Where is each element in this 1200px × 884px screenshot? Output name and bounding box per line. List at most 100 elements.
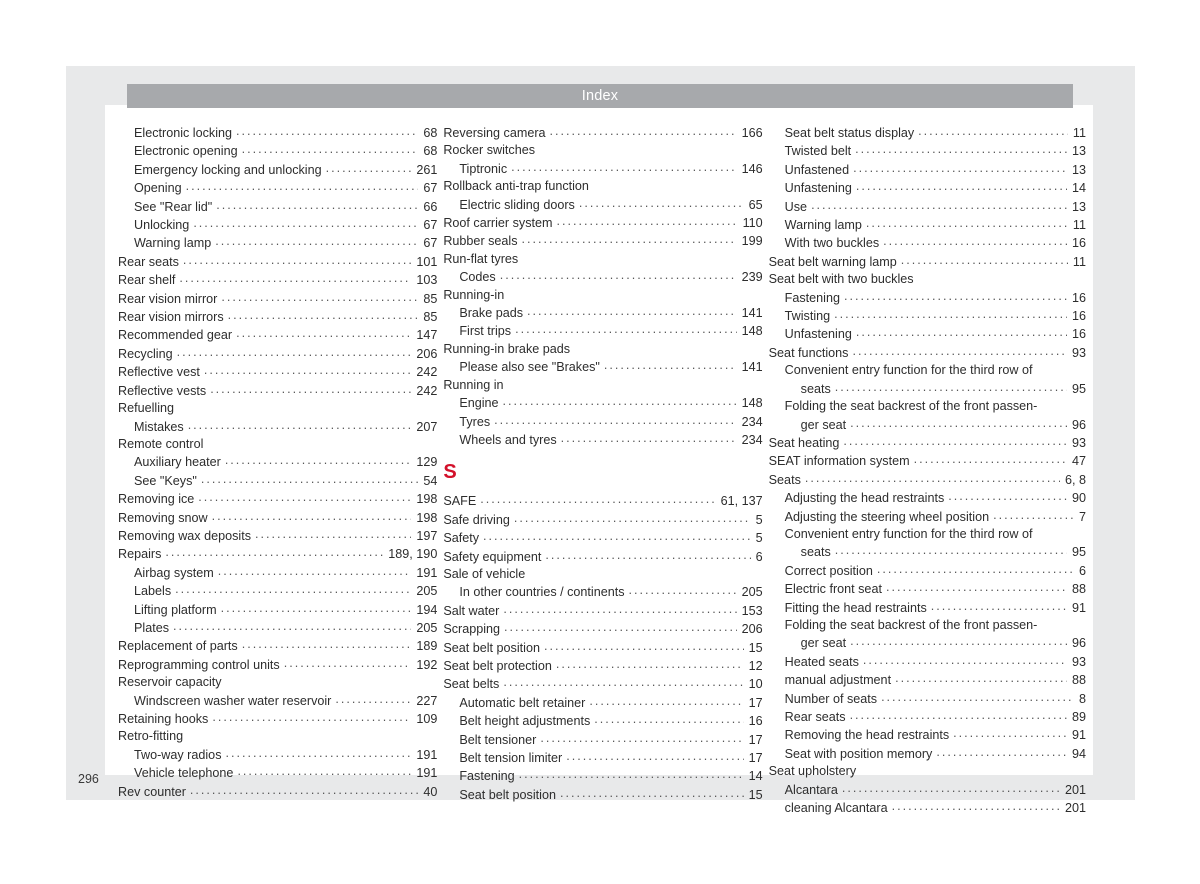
index-entry[interactable]: Brake pads 141 (443, 304, 762, 322)
index-entry[interactable]: Unfastening 14 (769, 179, 1086, 197)
index-entry[interactable]: Two-way radios 191 (118, 746, 437, 764)
index-entry[interactable]: Codes 239 (443, 268, 762, 286)
index-entry[interactable]: Run-flat tyres (443, 251, 762, 268)
index-entry[interactable]: Sale of vehicle (443, 566, 762, 583)
index-entry[interactable]: Vehicle telephone 191 (118, 764, 437, 782)
index-entry[interactable]: Remote control (118, 436, 437, 453)
index-entry[interactable]: First trips 148 (443, 322, 762, 340)
index-entry[interactable]: Convenient entry function for the third … (769, 526, 1086, 543)
index-entry[interactable]: Removing the head restraints 91 (769, 726, 1086, 744)
index-entry[interactable]: seats 95 (769, 380, 1086, 398)
index-entry[interactable]: Unfastening 16 (769, 325, 1086, 343)
index-entry[interactable]: Replacement of parts 189 (118, 637, 437, 655)
index-entry[interactable]: Correct position 6 (769, 562, 1086, 580)
index-entry[interactable]: Rear vision mirrors 85 (118, 308, 437, 326)
index-entry[interactable]: Lifting platform 194 (118, 601, 437, 619)
index-entry[interactable]: Rear seats 89 (769, 708, 1086, 726)
index-entry[interactable]: Reflective vest 242 (118, 363, 437, 381)
index-entry[interactable]: Electronic locking 68 (118, 124, 437, 142)
index-entry[interactable]: Rocker switches (443, 142, 762, 159)
index-entry[interactable]: Rollback anti-trap function (443, 178, 762, 195)
index-entry[interactable]: Tiptronic 146 (443, 160, 762, 178)
index-entry[interactable]: Wheels and tyres 234 (443, 431, 762, 449)
index-entry[interactable]: Engine 148 (443, 394, 762, 412)
index-entry[interactable]: Please also see "Brakes" 141 (443, 358, 762, 376)
index-entry[interactable]: Reservoir capacity (118, 674, 437, 691)
index-entry[interactable]: Adjusting the head restraints 90 (769, 489, 1086, 507)
index-entry[interactable]: Adjusting the steering wheel position 7 (769, 508, 1086, 526)
index-entry[interactable]: Removing wax deposits 197 (118, 527, 437, 545)
index-entry[interactable]: Salt water 153 (443, 602, 762, 620)
index-entry[interactable]: Heated seats 93 (769, 653, 1086, 671)
index-entry[interactable]: Roof carrier system 110 (443, 214, 762, 232)
index-entry[interactable]: Tyres 234 (443, 413, 762, 431)
index-entry[interactable]: Safety 5 (443, 529, 762, 547)
index-entry[interactable]: Alcantara 201 (769, 781, 1086, 799)
index-entry[interactable]: Seat belt position 15 (443, 786, 762, 804)
index-entry[interactable]: Plates 205 (118, 619, 437, 637)
index-entry[interactable]: Electric front seat 88 (769, 580, 1086, 598)
index-entry[interactable]: Running in (443, 377, 762, 394)
index-entry[interactable]: Scrapping 206 (443, 620, 762, 638)
index-entry[interactable]: Safe driving 5 (443, 511, 762, 529)
index-entry[interactable]: Repairs 189, 190 (118, 545, 437, 563)
index-entry[interactable]: Unlocking 67 (118, 216, 437, 234)
index-entry[interactable]: Seat belts 10 (443, 675, 762, 693)
index-entry[interactable]: Recycling 206 (118, 345, 437, 363)
index-entry[interactable]: ger seat 96 (769, 634, 1086, 652)
index-entry[interactable]: Windscreen washer water reservoir 227 (118, 692, 437, 710)
index-entry[interactable]: Twisting 16 (769, 307, 1086, 325)
index-entry[interactable]: Folding the seat backrest of the front p… (769, 398, 1086, 415)
index-entry[interactable]: Seat functions 93 (769, 344, 1086, 362)
index-entry[interactable]: Unfastened 13 (769, 161, 1086, 179)
index-entry[interactable]: See "Keys" 54 (118, 472, 437, 490)
index-entry[interactable]: Removing snow 198 (118, 509, 437, 527)
index-entry[interactable]: SAFE 61, 137 (443, 492, 762, 510)
index-entry[interactable]: Belt tension limiter 17 (443, 749, 762, 767)
index-entry[interactable]: SEAT information system 47 (769, 452, 1086, 470)
index-entry[interactable]: Mistakes 207 (118, 418, 437, 436)
index-entry[interactable]: Seat belt with two buckles (769, 271, 1086, 288)
index-entry[interactable]: Belt tensioner 17 (443, 731, 762, 749)
index-entry[interactable]: Rev counter 40 (118, 783, 437, 801)
index-entry[interactable]: Retro-fitting (118, 728, 437, 745)
index-entry[interactable]: Running-in (443, 287, 762, 304)
index-entry[interactable]: Seat upholstery (769, 763, 1086, 780)
index-entry[interactable]: Safety equipment 6 (443, 548, 762, 566)
index-entry[interactable]: Airbag system 191 (118, 564, 437, 582)
index-entry[interactable]: Electric sliding doors 65 (443, 196, 762, 214)
index-entry[interactable]: Rear shelf 103 (118, 271, 437, 289)
index-entry[interactable]: cleaning Alcantara 201 (769, 799, 1086, 817)
index-entry[interactable]: Refuelling (118, 400, 437, 417)
index-entry[interactable]: Rear vision mirror 85 (118, 290, 437, 308)
index-entry[interactable]: Folding the seat backrest of the front p… (769, 617, 1086, 634)
index-entry[interactable]: Warning lamp 67 (118, 234, 437, 252)
index-entry[interactable]: Fastening 14 (443, 767, 762, 785)
index-entry[interactable]: Seat belt protection 12 (443, 657, 762, 675)
index-entry[interactable]: With two buckles 16 (769, 234, 1086, 252)
index-entry[interactable]: Number of seats 8 (769, 690, 1086, 708)
index-entry[interactable]: Electronic opening 68 (118, 142, 437, 160)
index-entry[interactable]: Rear seats 101 (118, 253, 437, 271)
index-entry[interactable]: ger seat 96 (769, 416, 1086, 434)
index-entry[interactable]: Warning lamp 11 (769, 216, 1086, 234)
index-entry[interactable]: Automatic belt retainer 17 (443, 694, 762, 712)
index-entry[interactable]: Reversing camera 166 (443, 124, 762, 142)
index-entry[interactable]: Seat with position memory 94 (769, 745, 1086, 763)
index-entry[interactable]: Seat heating 93 (769, 434, 1086, 452)
index-entry[interactable]: Fitting the head restraints 91 (769, 599, 1086, 617)
index-entry[interactable]: seats 95 (769, 543, 1086, 561)
index-entry[interactable]: Seats 6, 8 (769, 471, 1086, 489)
index-entry[interactable]: Labels 205 (118, 582, 437, 600)
index-entry[interactable]: Recommended gear 147 (118, 326, 437, 344)
index-entry[interactable]: Seat belt position 15 (443, 639, 762, 657)
index-entry[interactable]: Fastening 16 (769, 289, 1086, 307)
index-entry[interactable]: Twisted belt 13 (769, 142, 1086, 160)
index-entry[interactable]: Convenient entry function for the third … (769, 362, 1086, 379)
index-entry[interactable]: Seat belt warning lamp 11 (769, 253, 1086, 271)
index-entry[interactable]: Auxiliary heater 129 (118, 453, 437, 471)
index-entry[interactable]: Belt height adjustments 16 (443, 712, 762, 730)
index-entry[interactable]: Reprogramming control units 192 (118, 656, 437, 674)
index-entry[interactable]: Rubber seals 199 (443, 232, 762, 250)
index-entry[interactable]: Seat belt status display 11 (769, 124, 1086, 142)
